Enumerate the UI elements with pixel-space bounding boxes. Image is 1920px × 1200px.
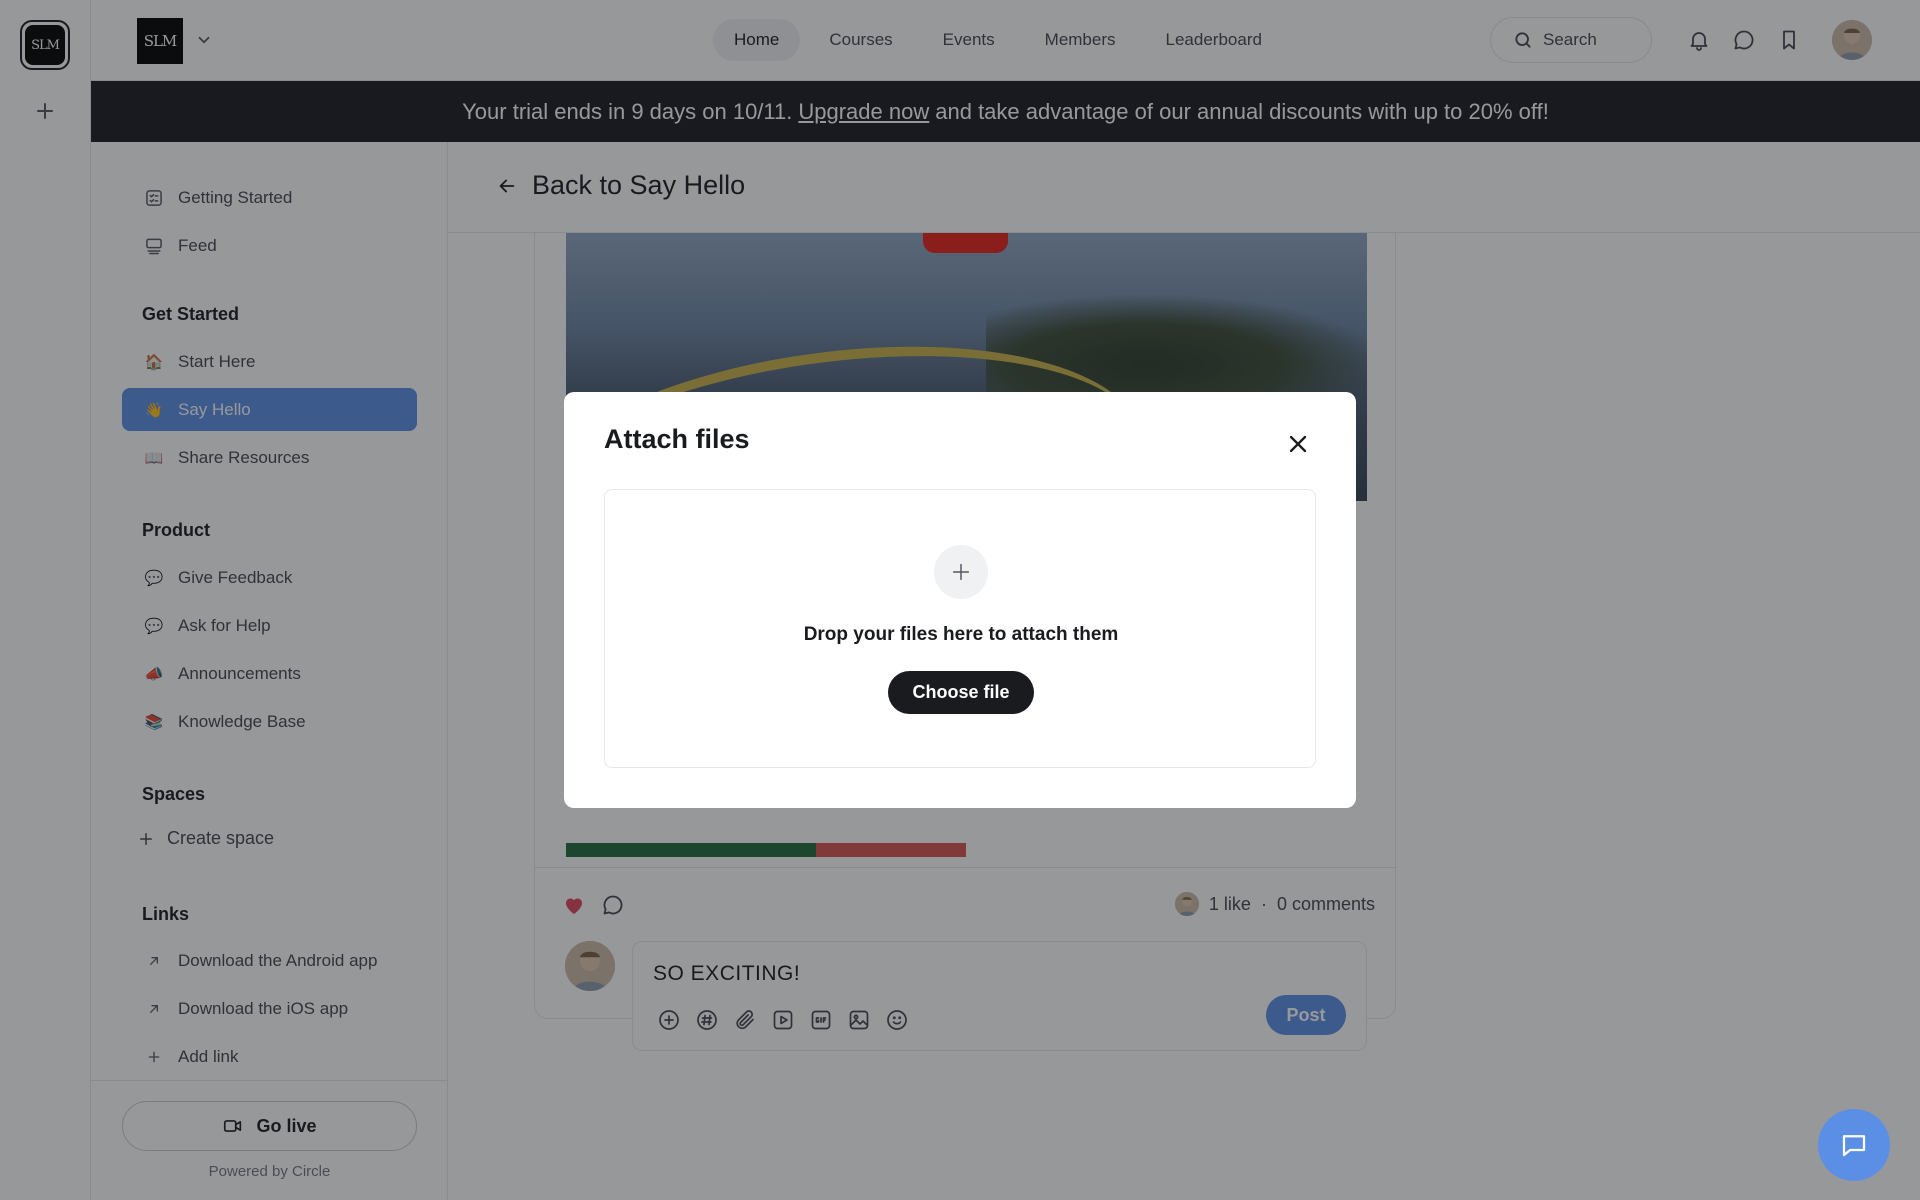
choose-file-button[interactable]: Choose file bbox=[888, 671, 1034, 714]
plus-icon bbox=[934, 545, 988, 599]
close-icon[interactable] bbox=[1284, 430, 1312, 458]
modal-title: Attach files bbox=[604, 424, 750, 454]
attach-files-modal: Attach files Drop your files here to att… bbox=[564, 392, 1356, 808]
chat-launcher-button[interactable] bbox=[1818, 1109, 1890, 1181]
chat-bubble-icon bbox=[1839, 1130, 1869, 1160]
dropzone-text: Drop your files here to attach them bbox=[803, 624, 1119, 645]
file-dropzone[interactable]: Drop your files here to attach them Choo… bbox=[604, 489, 1316, 768]
